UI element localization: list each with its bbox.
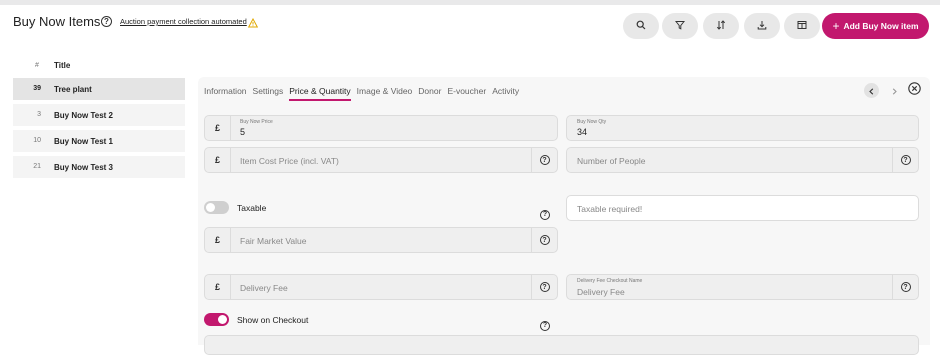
buy-now-price-label: Buy Now Price — [240, 119, 273, 125]
list-header: # Title — [13, 60, 185, 74]
fair-market-value-field[interactable]: £ Fair Market Value ? — [204, 227, 558, 253]
list-item-title: Buy Now Test 3 — [54, 163, 113, 172]
search-icon — [636, 17, 646, 35]
toggle-knob — [218, 315, 227, 324]
help-icon: ? — [540, 209, 550, 220]
show-on-checkout-label: Show on Checkout — [237, 315, 309, 325]
download-icon — [757, 17, 767, 35]
chevron-left-icon — [868, 82, 875, 100]
list-header-number: # — [35, 62, 39, 69]
fair-market-value-placeholder: Fair Market Value — [240, 236, 307, 246]
number-of-people-field[interactable]: Number of People ? — [566, 147, 919, 173]
tab-information[interactable]: Information — [204, 86, 247, 101]
help-icon: ? — [539, 155, 550, 165]
delivery-fee-field[interactable]: £ Delivery Fee ? — [204, 274, 558, 300]
list-item-title: Buy Now Test 2 — [54, 111, 113, 120]
list-item[interactable]: 39 Tree plant — [13, 78, 185, 100]
buy-now-qty-label: Buy Now Qty — [577, 119, 607, 125]
list-item[interactable]: 21 Buy Now Test 3 — [13, 156, 185, 178]
filter-icon — [674, 17, 686, 35]
show-on-checkout-help[interactable]: ? — [540, 314, 550, 332]
top-strip — [0, 0, 940, 5]
previous-item-button[interactable] — [864, 83, 879, 98]
help-icon: ? — [900, 155, 911, 165]
buy-now-qty-value: 34 — [577, 127, 588, 137]
item-cost-price-placeholder: Item Cost Price (incl. VAT) — [240, 156, 339, 166]
currency-prefix: £ — [205, 228, 231, 252]
taxable-label: Taxable — [237, 203, 267, 213]
list-item-title: Tree plant — [54, 85, 92, 94]
list-item[interactable]: 3 Buy Now Test 2 — [13, 104, 185, 126]
filter-button[interactable] — [662, 13, 698, 39]
help-icon[interactable]: ? — [101, 16, 112, 27]
list-item-count: 39 — [33, 85, 41, 92]
close-panel-button[interactable] — [907, 81, 922, 100]
tab-image-video[interactable]: Image & Video — [357, 86, 413, 101]
help-icon: ? — [540, 320, 550, 331]
delivery-checkout-help[interactable]: ? — [892, 275, 918, 299]
buy-now-price-value: 5 — [240, 127, 246, 137]
download-button[interactable] — [744, 13, 780, 39]
item-cost-price-field[interactable]: £ Item Cost Price (incl. VAT) ? — [204, 147, 558, 173]
next-item-button[interactable] — [887, 83, 902, 98]
plus-icon: + — [832, 18, 840, 33]
currency-prefix: £ — [205, 275, 231, 299]
taxable-required-field[interactable]: Taxable required! — [566, 195, 919, 221]
columns-button[interactable] — [784, 13, 820, 39]
help-icon: ? — [539, 282, 550, 292]
help-icon: ? — [539, 235, 550, 245]
currency-prefix: £ — [205, 148, 231, 172]
page-title: Buy Now Items — [13, 14, 101, 29]
help-icon: ? — [900, 282, 911, 292]
item-cost-help[interactable]: ? — [531, 148, 557, 172]
tab-bar: Information Settings Price & Quantity Im… — [204, 86, 519, 101]
delivery-fee-checkout-name-field[interactable]: Delivery Fee Checkout Name Delivery Fee … — [566, 274, 919, 300]
tab-activity[interactable]: Activity — [492, 86, 519, 101]
delivery-checkout-placeholder: Delivery Fee — [577, 287, 625, 297]
tab-settings[interactable]: Settings — [253, 86, 284, 101]
number-of-people-placeholder: Number of People — [577, 156, 646, 166]
list-header-title[interactable]: Title — [54, 61, 70, 70]
tab-donor[interactable]: Donor — [418, 86, 441, 101]
tab-e-voucher[interactable]: E-voucher — [447, 86, 486, 101]
taxable-required-placeholder: Taxable required! — [577, 204, 643, 214]
list-item[interactable]: 10 Buy Now Test 1 — [13, 130, 185, 152]
search-button[interactable] — [623, 13, 659, 39]
partial-field[interactable] — [204, 335, 919, 355]
delivery-fee-help[interactable]: ? — [531, 275, 557, 299]
delivery-fee-placeholder: Delivery Fee — [240, 283, 288, 293]
number-of-people-help[interactable]: ? — [892, 148, 918, 172]
warning-icon — [247, 15, 259, 33]
show-on-checkout-toggle[interactable] — [204, 313, 229, 326]
list-item-count: 21 — [33, 163, 41, 170]
currency-prefix: £ — [205, 116, 231, 140]
list-item-count: 10 — [33, 137, 41, 144]
auction-payment-link[interactable]: Auction payment collection automated — [120, 17, 247, 26]
chevron-right-icon — [891, 82, 898, 100]
delivery-checkout-label: Delivery Fee Checkout Name — [577, 278, 643, 284]
toggle-knob — [206, 203, 215, 212]
taxable-help[interactable]: ? — [540, 203, 550, 221]
add-button-label: Add Buy Now item — [843, 21, 919, 31]
list-item-title: Buy Now Test 1 — [54, 137, 113, 146]
columns-icon — [797, 17, 807, 35]
taxable-toggle[interactable] — [204, 201, 229, 214]
buy-now-price-field[interactable]: £ Buy Now Price 5 — [204, 115, 558, 141]
buy-now-qty-field[interactable]: Buy Now Qty 34 — [566, 115, 919, 141]
list-item-count: 3 — [37, 111, 41, 118]
add-buy-now-item-button[interactable]: + Add Buy Now item — [822, 13, 929, 39]
close-icon — [908, 81, 921, 100]
sort-button[interactable] — [703, 13, 739, 39]
sort-icon — [716, 17, 726, 35]
tab-price-quantity[interactable]: Price & Quantity — [289, 86, 351, 101]
fair-market-help[interactable]: ? — [531, 228, 557, 252]
